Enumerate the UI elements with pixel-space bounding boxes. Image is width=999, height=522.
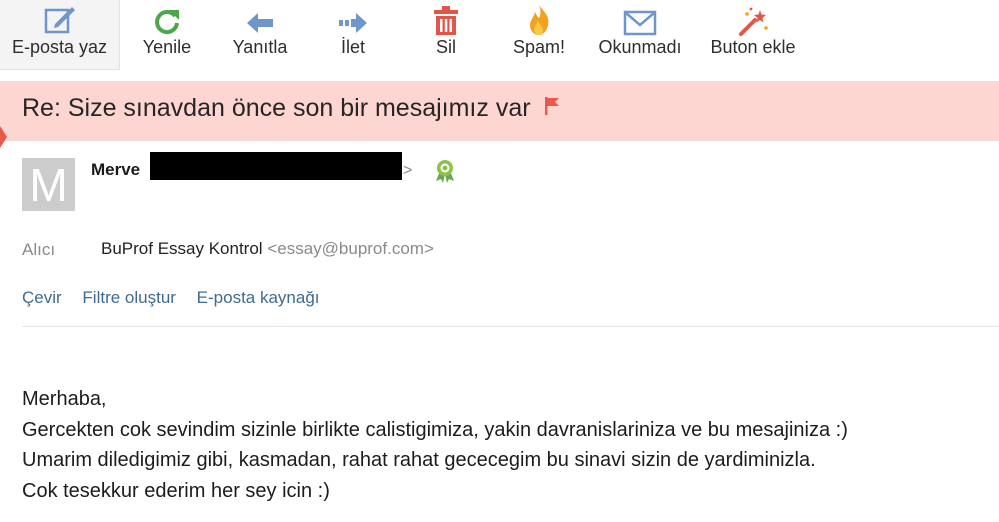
sender-email-suffix: >	[403, 162, 413, 179]
compose-button[interactable]: E-posta yaz	[0, 0, 120, 70]
body-line: Cok tesekkur ederim her sey icin :)	[22, 479, 330, 502]
sender-avatar: M	[22, 158, 75, 211]
magic-wand-icon	[737, 0, 769, 36]
forward-arrow-icon	[337, 0, 369, 36]
reply-button[interactable]: Yanıtla	[222, 0, 298, 69]
compose-icon	[43, 0, 77, 36]
body-line: Umarim diledigimiz gibi, kasmadan, rahat…	[22, 449, 816, 471]
delete-label: Sil	[435, 37, 456, 57]
header-divider	[22, 326, 999, 327]
add-button-label: Buton ekle	[710, 37, 796, 57]
body-line: Merhaba,	[22, 388, 107, 410]
forward-label: İlet	[340, 37, 365, 57]
refresh-button[interactable]: Yenile	[132, 0, 202, 69]
message-subject: Re: Size sınavdan önce son bir mesajımız…	[22, 94, 559, 124]
recipient[interactable]: BuProf Essay Kontrol <essay@buprof.com>	[101, 239, 434, 259]
spam-button[interactable]: Spam!	[508, 0, 570, 69]
translate-link[interactable]: Çevir	[22, 288, 62, 307]
message-actions: Çevir Filtre oluştur E-posta kaynağı	[22, 288, 336, 308]
sender-name[interactable]: Merve	[91, 160, 140, 180]
create-filter-link[interactable]: Filtre oluştur	[82, 288, 176, 307]
flag-icon[interactable]	[544, 93, 559, 122]
refresh-icon	[152, 0, 182, 36]
reply-arrow-icon	[245, 0, 275, 36]
subject-text: Re: Size sınavdan önce son bir mesajımız…	[22, 94, 531, 122]
unread-label: Okunmadı	[598, 37, 682, 57]
refresh-label: Yenile	[142, 37, 192, 57]
forward-button[interactable]: İlet	[326, 0, 380, 69]
toolbar: E-posta yaz Yenile Yanıtla İlet Sil Spam…	[0, 0, 999, 70]
message-body: Merhaba, Gercekten cok sevindim sizinle …	[22, 384, 848, 506]
add-button-button[interactable]: Buton ekle	[704, 0, 802, 69]
envelope-icon	[623, 0, 657, 36]
verified-ribbon-icon	[434, 159, 456, 188]
recipient-name: BuProf Essay Kontrol	[101, 239, 263, 258]
body-line: Gercekten cok sevindim sizinle birlikte …	[22, 418, 848, 441]
redacted-sender-email	[150, 152, 402, 180]
reply-label: Yanıtla	[232, 37, 288, 57]
subject-marker	[0, 126, 7, 148]
spam-label: Spam!	[512, 37, 566, 57]
recipient-label: Alıcı	[22, 240, 56, 259]
email-source-link[interactable]: E-posta kaynağı	[197, 288, 320, 307]
trash-icon	[433, 0, 459, 36]
delete-button[interactable]: Sil	[424, 0, 468, 69]
compose-label: E-posta yaz	[11, 37, 108, 57]
fire-icon	[526, 0, 552, 36]
recipient-email: <essay@buprof.com>	[267, 239, 434, 258]
mark-unread-button[interactable]: Okunmadı	[594, 0, 686, 69]
